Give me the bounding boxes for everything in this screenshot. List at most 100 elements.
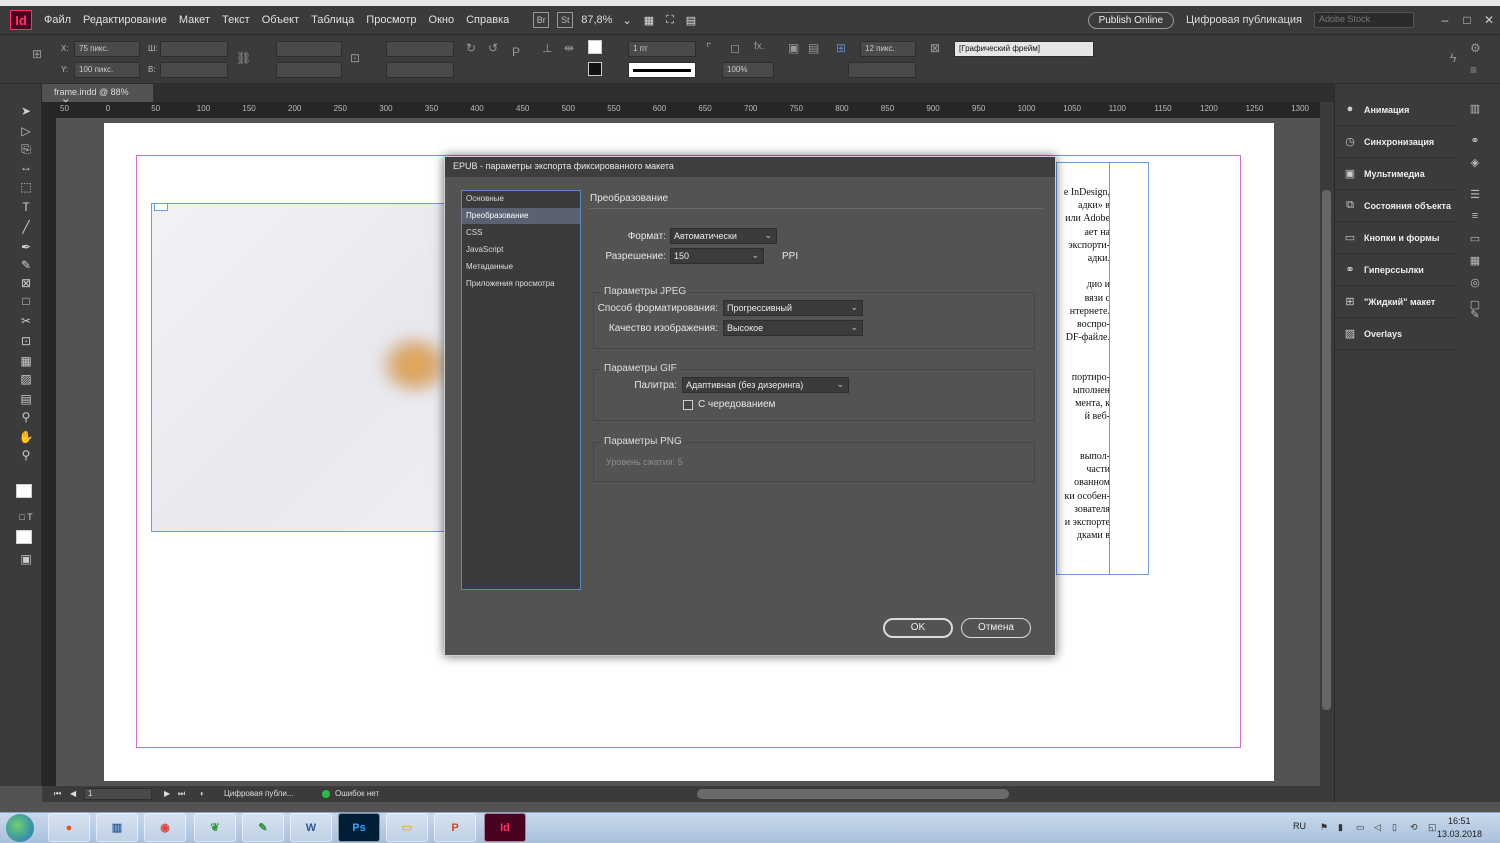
reference-point-icon[interactable]: ⊞	[32, 47, 42, 61]
workspace-switcher[interactable]: Цифровая публикация	[1186, 14, 1302, 26]
opacity-field[interactable]: 100%	[722, 62, 774, 78]
rectangle-frame-tool-icon[interactable]: ⊠	[16, 276, 36, 292]
screen-mode-icon[interactable]: ▦	[638, 14, 660, 27]
rotate-ccw-icon[interactable]: ↺	[488, 41, 498, 55]
frame-link-icon[interactable]	[154, 204, 168, 211]
content-collector-icon[interactable]: ⬚	[16, 180, 36, 196]
firefox-icon[interactable]: ●	[48, 813, 90, 842]
hand-tool-icon[interactable]: ✋	[16, 430, 36, 446]
bridge-button[interactable]: Br	[533, 12, 550, 28]
explorer-icon[interactable]: ▭	[386, 813, 428, 842]
menu-file[interactable]: Файл	[38, 14, 77, 26]
object-style-icon[interactable]: ⊠	[930, 41, 940, 55]
effects-icon[interactable]: fx.	[754, 41, 765, 52]
text-path-icon[interactable]: P	[512, 45, 520, 59]
category-general[interactable]: Основные	[462, 191, 580, 207]
category-css[interactable]: CSS	[462, 225, 580, 241]
rectangle-tool-icon[interactable]: □	[16, 294, 36, 310]
minimize-icon[interactable]: –	[1434, 13, 1456, 27]
files-icon[interactable]: ▥	[96, 813, 138, 842]
chrome-icon[interactable]: ◉	[144, 813, 186, 842]
ok-button[interactable]: OK	[883, 618, 953, 638]
indesign-icon[interactable]: Id	[484, 813, 526, 842]
panel-media[interactable]: ▣ Мультимедиа	[1334, 158, 1458, 190]
start-button[interactable]	[6, 814, 34, 842]
gradient-feather-icon[interactable]: ▨	[16, 372, 36, 388]
menu-window[interactable]: Окно	[423, 14, 461, 26]
document-tab[interactable]: frame.indd @ 88% ✕	[42, 84, 154, 107]
page-tool-icon[interactable]: ⎘	[16, 142, 36, 158]
resolution-select[interactable]: 150 ⌄	[670, 248, 764, 264]
prev-page-icon[interactable]: ◀	[70, 789, 76, 798]
view-options-icon[interactable]: ⛶	[660, 14, 680, 27]
interlace-checkbox[interactable]	[683, 400, 693, 410]
stock-button[interactable]: St	[557, 12, 574, 28]
stroke-swatch-icon[interactable]	[588, 62, 602, 76]
layers-icon[interactable]: ◈	[1466, 156, 1484, 170]
apply-none-icon[interactable]	[16, 530, 32, 544]
panel-timing[interactable]: ◷ Синхронизация	[1334, 126, 1458, 158]
pencil-tool-icon[interactable]: ✎	[16, 258, 36, 274]
menu-help[interactable]: Справка	[460, 14, 515, 26]
frame-style-select[interactable]: [Графический фрейм]	[954, 41, 1094, 57]
tray-monitor-icon[interactable]: ▭	[1356, 822, 1366, 832]
corner-icon[interactable]: ⌜	[706, 41, 712, 55]
text-frame[interactable]: е InDesign, адки» в или Adobe ает на экспорт…	[1056, 162, 1149, 575]
jpeg-method-select[interactable]: Прогрессивный ⌄	[723, 300, 863, 316]
fill-stroke-swatch-icon[interactable]	[16, 484, 32, 498]
links-icon[interactable]: ⚭	[1466, 134, 1484, 148]
auto-fit-icon[interactable]: ⊞	[836, 41, 846, 55]
category-metadata[interactable]: Метаданные	[462, 259, 580, 275]
leaf-app-icon[interactable]: ❦	[194, 813, 236, 842]
effects-panel-icon[interactable]: ◎	[1466, 276, 1484, 290]
distribute-icon[interactable]: ⇹	[564, 41, 574, 55]
offset-field-2[interactable]	[848, 62, 916, 78]
last-page-icon[interactable]: ⏭	[178, 789, 185, 799]
panel-object-states[interactable]: ⧉ Состояния объекта	[1334, 190, 1458, 222]
notes-app-icon[interactable]: ✎	[242, 813, 284, 842]
fit-frame-icon[interactable]: ▣	[788, 41, 799, 55]
zoom-chevron-icon[interactable]: ⌄	[616, 14, 637, 27]
menu-object[interactable]: Объект	[256, 14, 305, 26]
tray-battery-icon[interactable]: ▯	[1392, 822, 1402, 832]
category-viewing-apps[interactable]: Приложения просмотра	[462, 276, 580, 292]
constrain-icon[interactable]: ⛓	[236, 51, 251, 65]
swatches-icon[interactable]: ≡	[1466, 210, 1484, 224]
clock-time[interactable]: 16:51	[1448, 816, 1471, 826]
gap-tool-icon[interactable]: ↔	[16, 160, 36, 176]
menu-view[interactable]: Просмотр	[360, 14, 422, 26]
page-number-field[interactable]: 1	[84, 788, 152, 800]
eyedropper-tool-icon[interactable]: ⚲	[16, 410, 36, 426]
stroke-type-field[interactable]	[628, 62, 696, 78]
direct-selection-tool-icon[interactable]: ▷	[16, 124, 36, 140]
language-indicator[interactable]: RU	[1293, 821, 1306, 831]
tray-flag-icon[interactable]: ⚑	[1320, 822, 1330, 832]
panel-liquid-layout[interactable]: ⊞ "Жидкий" макет	[1334, 286, 1458, 318]
maximize-icon[interactable]: □	[1456, 13, 1478, 27]
fill-swatch-icon[interactable]	[588, 40, 602, 54]
panel-menu-icon[interactable]: ≡	[1470, 63, 1477, 77]
first-page-icon[interactable]: ⏮	[54, 789, 61, 799]
vertical-scroll-thumb[interactable]	[1322, 190, 1331, 710]
line-tool-icon[interactable]: ╱	[16, 220, 36, 236]
fit-content-icon[interactable]: ▤	[808, 41, 819, 55]
horizontal-scroll-thumb[interactable]	[697, 789, 1009, 799]
note-tool-icon[interactable]: ▤	[16, 392, 36, 408]
preflight-errors[interactable]: Ошибок нет	[335, 789, 379, 798]
panel-gear-icon[interactable]: ⚙	[1470, 41, 1481, 55]
tray-sync-icon[interactable]: ⟲	[1410, 822, 1420, 832]
y-field[interactable]: 100 пикс.	[74, 62, 140, 78]
close-icon[interactable]: ✕	[1478, 13, 1500, 27]
type-tool-icon[interactable]: T	[16, 200, 36, 216]
scissors-tool-icon[interactable]: ✂	[16, 314, 36, 330]
height-field[interactable]	[160, 62, 228, 78]
category-javascript[interactable]: JavaScript	[462, 242, 580, 258]
cancel-button[interactable]: Отмена	[961, 618, 1031, 638]
scale-y-field[interactable]	[276, 62, 342, 78]
format-select[interactable]: Автоматически ⌄	[670, 228, 777, 244]
photoshop-icon[interactable]: Ps	[338, 813, 380, 842]
formatting-affects-icon[interactable]: □ T	[16, 512, 36, 528]
zoom-level[interactable]: 87,8%	[581, 14, 612, 26]
gif-palette-select[interactable]: Адаптивная (без дизеринга) ⌄	[682, 377, 849, 393]
color-icon[interactable]: ▭	[1466, 232, 1484, 246]
